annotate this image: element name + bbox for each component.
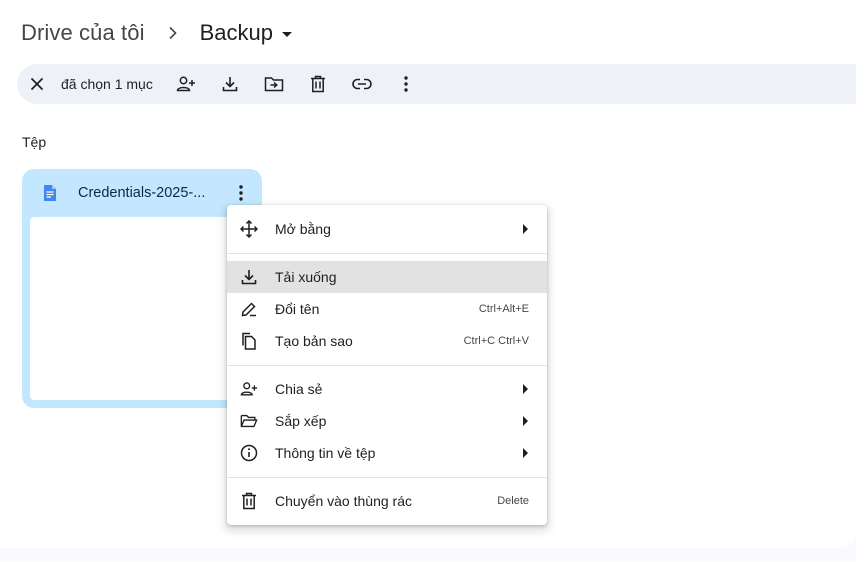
menu-item-label: Tải xuống <box>275 269 337 285</box>
menu-item-shortcut: Ctrl+Alt+E <box>478 303 529 315</box>
menu-item-file-info[interactable]: Thông tin về tệp <box>227 437 547 469</box>
menu-item-shortcut: Ctrl+C Ctrl+V <box>463 335 529 347</box>
menu-item-open-with[interactable]: Mở bằng <box>227 213 547 245</box>
selection-toolbar: đã chọn 1 mục <box>17 64 856 104</box>
download-icon <box>240 268 258 286</box>
more-vertical-icon <box>404 76 408 92</box>
download-icon <box>222 77 238 92</box>
breadcrumb-root[interactable]: Drive của tôi <box>21 20 145 46</box>
share-button[interactable] <box>168 66 204 102</box>
breadcrumb-current-folder[interactable]: Backup <box>200 20 292 46</box>
file-card[interactable]: Credentials-2025-... <box>22 169 262 408</box>
trash-icon <box>240 492 258 510</box>
menu-divider <box>227 477 547 478</box>
move-button[interactable] <box>256 66 292 102</box>
folder-open-icon <box>240 412 258 430</box>
trash-icon <box>310 75 325 93</box>
menu-item-make-copy[interactable]: Tạo bản sao Ctrl+C Ctrl+V <box>227 325 547 357</box>
menu-item-move-to-trash[interactable]: Chuyển vào thùng rác Delete <box>227 485 547 517</box>
chevron-right-icon <box>163 23 183 43</box>
menu-divider <box>227 253 547 254</box>
caret-down-icon <box>281 31 292 37</box>
menu-divider <box>227 365 547 366</box>
file-name: Credentials-2025-... <box>78 185 206 201</box>
copy-icon <box>240 332 258 350</box>
menu-item-label: Chia sẻ <box>275 381 323 397</box>
context-menu: Mở bằng Tải xuống Đổi tên Ctrl+Alt+E Tạo… <box>227 205 547 525</box>
download-button[interactable] <box>212 66 248 102</box>
info-icon <box>240 444 258 462</box>
menu-item-label: Thông tin về tệp <box>275 445 376 461</box>
menu-item-organize[interactable]: Sắp xếp <box>227 405 547 437</box>
submenu-arrow-icon <box>523 448 528 458</box>
menu-item-shortcut: Delete <box>497 495 529 507</box>
selection-count: đã chọn 1 mục <box>61 76 153 92</box>
menu-item-label: Mở bằng <box>275 221 331 237</box>
close-icon <box>30 77 44 91</box>
files-section-label: Tệp <box>22 134 47 150</box>
menu-item-rename[interactable]: Đổi tên Ctrl+Alt+E <box>227 293 547 325</box>
copy-link-button[interactable] <box>344 66 380 102</box>
more-vertical-icon <box>239 185 243 201</box>
file-more-button[interactable] <box>227 179 255 207</box>
file-card-header[interactable]: Credentials-2025-... <box>22 169 262 217</box>
main-panel: Drive của tôi Backup đã chọn 1 mục Tệp C… <box>0 0 856 548</box>
menu-item-label: Tạo bản sao <box>275 333 353 349</box>
submenu-arrow-icon <box>523 384 528 394</box>
move-to-folder-icon <box>264 77 284 92</box>
menu-item-download[interactable]: Tải xuống <box>227 261 547 293</box>
file-thumbnail[interactable] <box>30 217 254 400</box>
clear-selection-button[interactable] <box>19 66 55 102</box>
submenu-arrow-icon <box>523 416 528 426</box>
submenu-arrow-icon <box>523 224 528 234</box>
link-icon <box>352 78 372 90</box>
share-person-icon <box>176 76 195 92</box>
breadcrumb-current-label: Backup <box>199 20 273 45</box>
rename-pen-icon <box>240 300 258 318</box>
share-person-icon <box>240 380 258 398</box>
menu-item-label: Chuyển vào thùng rác <box>275 493 412 509</box>
menu-item-label: Sắp xếp <box>275 413 327 429</box>
more-actions-button[interactable] <box>388 66 424 102</box>
open-with-icon <box>240 220 258 238</box>
menu-item-label: Đổi tên <box>275 301 320 317</box>
google-docs-icon <box>41 184 59 202</box>
menu-item-share[interactable]: Chia sẻ <box>227 373 547 405</box>
breadcrumb: Drive của tôi Backup <box>21 18 292 48</box>
trash-button[interactable] <box>300 66 336 102</box>
